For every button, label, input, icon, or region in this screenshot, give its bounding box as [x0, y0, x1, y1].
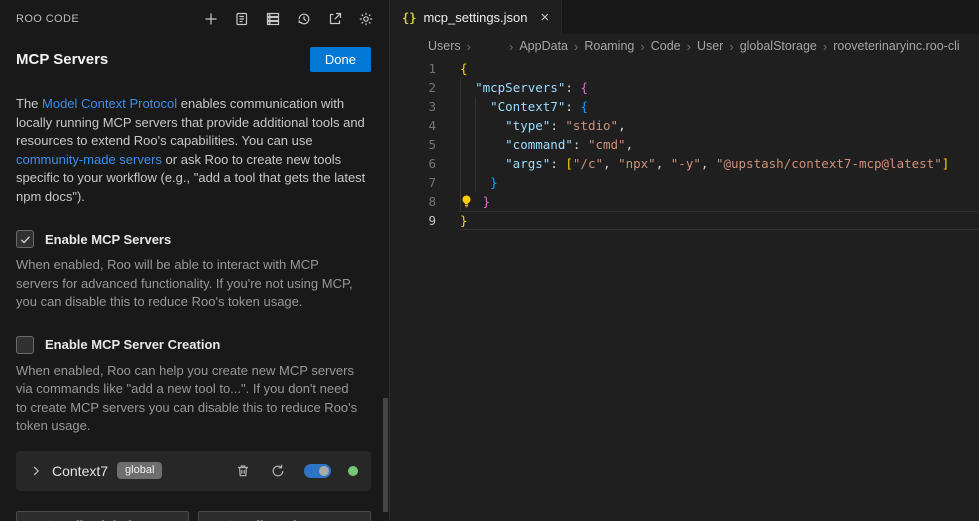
notebook-icon[interactable]: [233, 10, 251, 28]
enable-mcp-creation-label: Enable MCP Server Creation: [45, 337, 220, 352]
brand-label: ROO CODE: [16, 13, 79, 25]
code-line[interactable]: 2 "mcpServers": {: [390, 78, 979, 97]
toggle-knob: [319, 466, 329, 476]
code-lines: 1{2 "mcpServers": {3 "Context7": {4 "typ…: [390, 59, 979, 230]
code-text: "mcpServers": {: [460, 78, 979, 97]
code-text: "Context7": {: [460, 97, 979, 116]
breadcrumb-item[interactable]: Code: [651, 39, 681, 53]
plus-icon[interactable]: [202, 10, 220, 28]
edit-global-mcp-label: Edit Global MCP: [63, 518, 164, 521]
sidebar-header-icons: [202, 10, 375, 28]
page-title: MCP Servers: [16, 51, 108, 68]
intro-text: The: [16, 96, 42, 111]
editor-tab-bar: {} mcp_settings.json ×: [390, 0, 979, 35]
enable-mcp-servers-label: Enable MCP Servers: [45, 232, 171, 247]
line-number: 9: [390, 211, 460, 230]
code-text: }: [460, 211, 979, 230]
breadcrumb-item[interactable]: User: [697, 39, 723, 53]
line-number: 8: [390, 192, 460, 211]
breadcrumb-separator-icon: ›: [821, 39, 829, 54]
inline-link[interactable]: community-made servers: [16, 152, 162, 167]
line-number: 1: [390, 59, 460, 78]
line-number: 7: [390, 173, 460, 192]
line-number: 3: [390, 97, 460, 116]
breadcrumb-item[interactable]: Roaming: [584, 39, 634, 53]
breadcrumb-item[interactable]: globalStorage: [740, 39, 817, 53]
scope-badge: global: [117, 462, 162, 479]
line-number: 6: [390, 154, 460, 173]
mcp-server-icon[interactable]: [264, 10, 282, 28]
code-text: "command": "cmd",: [460, 135, 979, 154]
code-text: {: [460, 59, 979, 78]
title-row: MCP Servers Done: [0, 47, 389, 72]
breadcrumb-separator-icon: ›: [465, 39, 473, 54]
edit-project-mcp-button[interactable]: Edit Project MCP: [198, 511, 371, 521]
breadcrumb: Users › › AppData › Roaming › Code › User › globalS…: [390, 35, 979, 57]
expand-chevron-icon[interactable]: [29, 464, 43, 478]
enable-mcp-creation-checkbox[interactable]: [16, 336, 34, 354]
edit-project-mcp-label: Edit Project MCP: [243, 518, 348, 521]
breadcrumb-item[interactable]: AppData: [519, 39, 568, 53]
code-text: "args": ["/c", "npx", "-y", "@upstash/co…: [460, 154, 979, 173]
breadcrumb-separator-icon: ›: [727, 39, 735, 54]
delete-server-icon[interactable]: [234, 462, 252, 480]
restart-server-icon[interactable]: [269, 462, 287, 480]
json-braces-icon: {}: [402, 11, 416, 25]
enable-mcp-creation-description: When enabled, Roo can help you create ne…: [0, 362, 389, 436]
tab-mcp-settings[interactable]: {} mcp_settings.json ×: [390, 0, 562, 35]
edit-global-mcp-button[interactable]: Edit Global MCP: [16, 511, 189, 521]
code-line[interactable]: 4 "type": "stdio",: [390, 116, 979, 135]
roo-code-sidebar: ROO CODE MCP Servers Done The Model Cont…: [0, 0, 390, 521]
mcp-server-card: Context7 global: [16, 451, 371, 491]
code-line[interactable]: 8 }: [390, 192, 979, 211]
gear-icon[interactable]: [357, 10, 375, 28]
line-number: 5: [390, 135, 460, 154]
code-text: }: [460, 192, 979, 211]
code-editor[interactable]: 1{2 "mcpServers": {3 "Context7": {4 "typ…: [390, 57, 979, 521]
server-status-dot: [348, 466, 358, 476]
server-enabled-toggle[interactable]: [304, 464, 331, 478]
enable-mcp-servers-row: Enable MCP Servers: [0, 230, 389, 248]
popout-icon[interactable]: [326, 10, 344, 28]
editor-pane: {} mcp_settings.json × Users › › AppData › Ro…: [390, 0, 979, 521]
line-number: 2: [390, 78, 460, 97]
breadcrumb-item[interactable]: rooveterinaryinc.roo-cli: [833, 39, 959, 53]
sidebar-header: ROO CODE: [0, 0, 389, 28]
inline-link[interactable]: Model Context Protocol: [42, 96, 177, 111]
code-line[interactable]: 7 }: [390, 173, 979, 192]
history-icon[interactable]: [295, 10, 313, 28]
edit-buttons-row: Edit Global MCP Edit Project MCP: [16, 511, 371, 521]
breadcrumb-separator-icon: ›: [507, 39, 515, 54]
code-line[interactable]: 3 "Context7": {: [390, 97, 979, 116]
code-line[interactable]: 6 "args": ["/c", "npx", "-y", "@upstash/…: [390, 154, 979, 173]
server-card-actions: [234, 462, 358, 480]
lightbulb-icon[interactable]: [459, 194, 474, 209]
breadcrumb-item[interactable]: Users: [428, 39, 461, 53]
enable-mcp-creation-row: Enable MCP Server Creation: [0, 336, 389, 354]
enable-mcp-servers-checkbox[interactable]: [16, 230, 34, 248]
check-icon: [19, 233, 32, 246]
close-tab-icon[interactable]: ×: [541, 10, 550, 25]
breadcrumb-separator-icon: ›: [572, 39, 580, 54]
code-line[interactable]: 1{: [390, 59, 979, 78]
done-button[interactable]: Done: [310, 47, 371, 72]
code-line[interactable]: 5 "command": "cmd",: [390, 135, 979, 154]
sidebar-scrollbar-thumb[interactable]: [383, 398, 388, 512]
tab-filename: mcp_settings.json: [423, 10, 527, 25]
intro-paragraph: The Model Context Protocol enables commu…: [0, 95, 389, 206]
line-number: 4: [390, 116, 460, 135]
code-line[interactable]: 9}: [390, 211, 979, 230]
code-text: "type": "stdio",: [460, 116, 979, 135]
code-text: }: [460, 173, 979, 192]
app-window: ROO CODE MCP Servers Done The Model Cont…: [0, 0, 979, 521]
breadcrumb-separator-icon: ›: [638, 39, 646, 54]
enable-mcp-servers-description: When enabled, Roo will be able to intera…: [0, 256, 389, 311]
server-name: Context7: [52, 463, 108, 479]
breadcrumb-separator-icon: ›: [685, 39, 693, 54]
